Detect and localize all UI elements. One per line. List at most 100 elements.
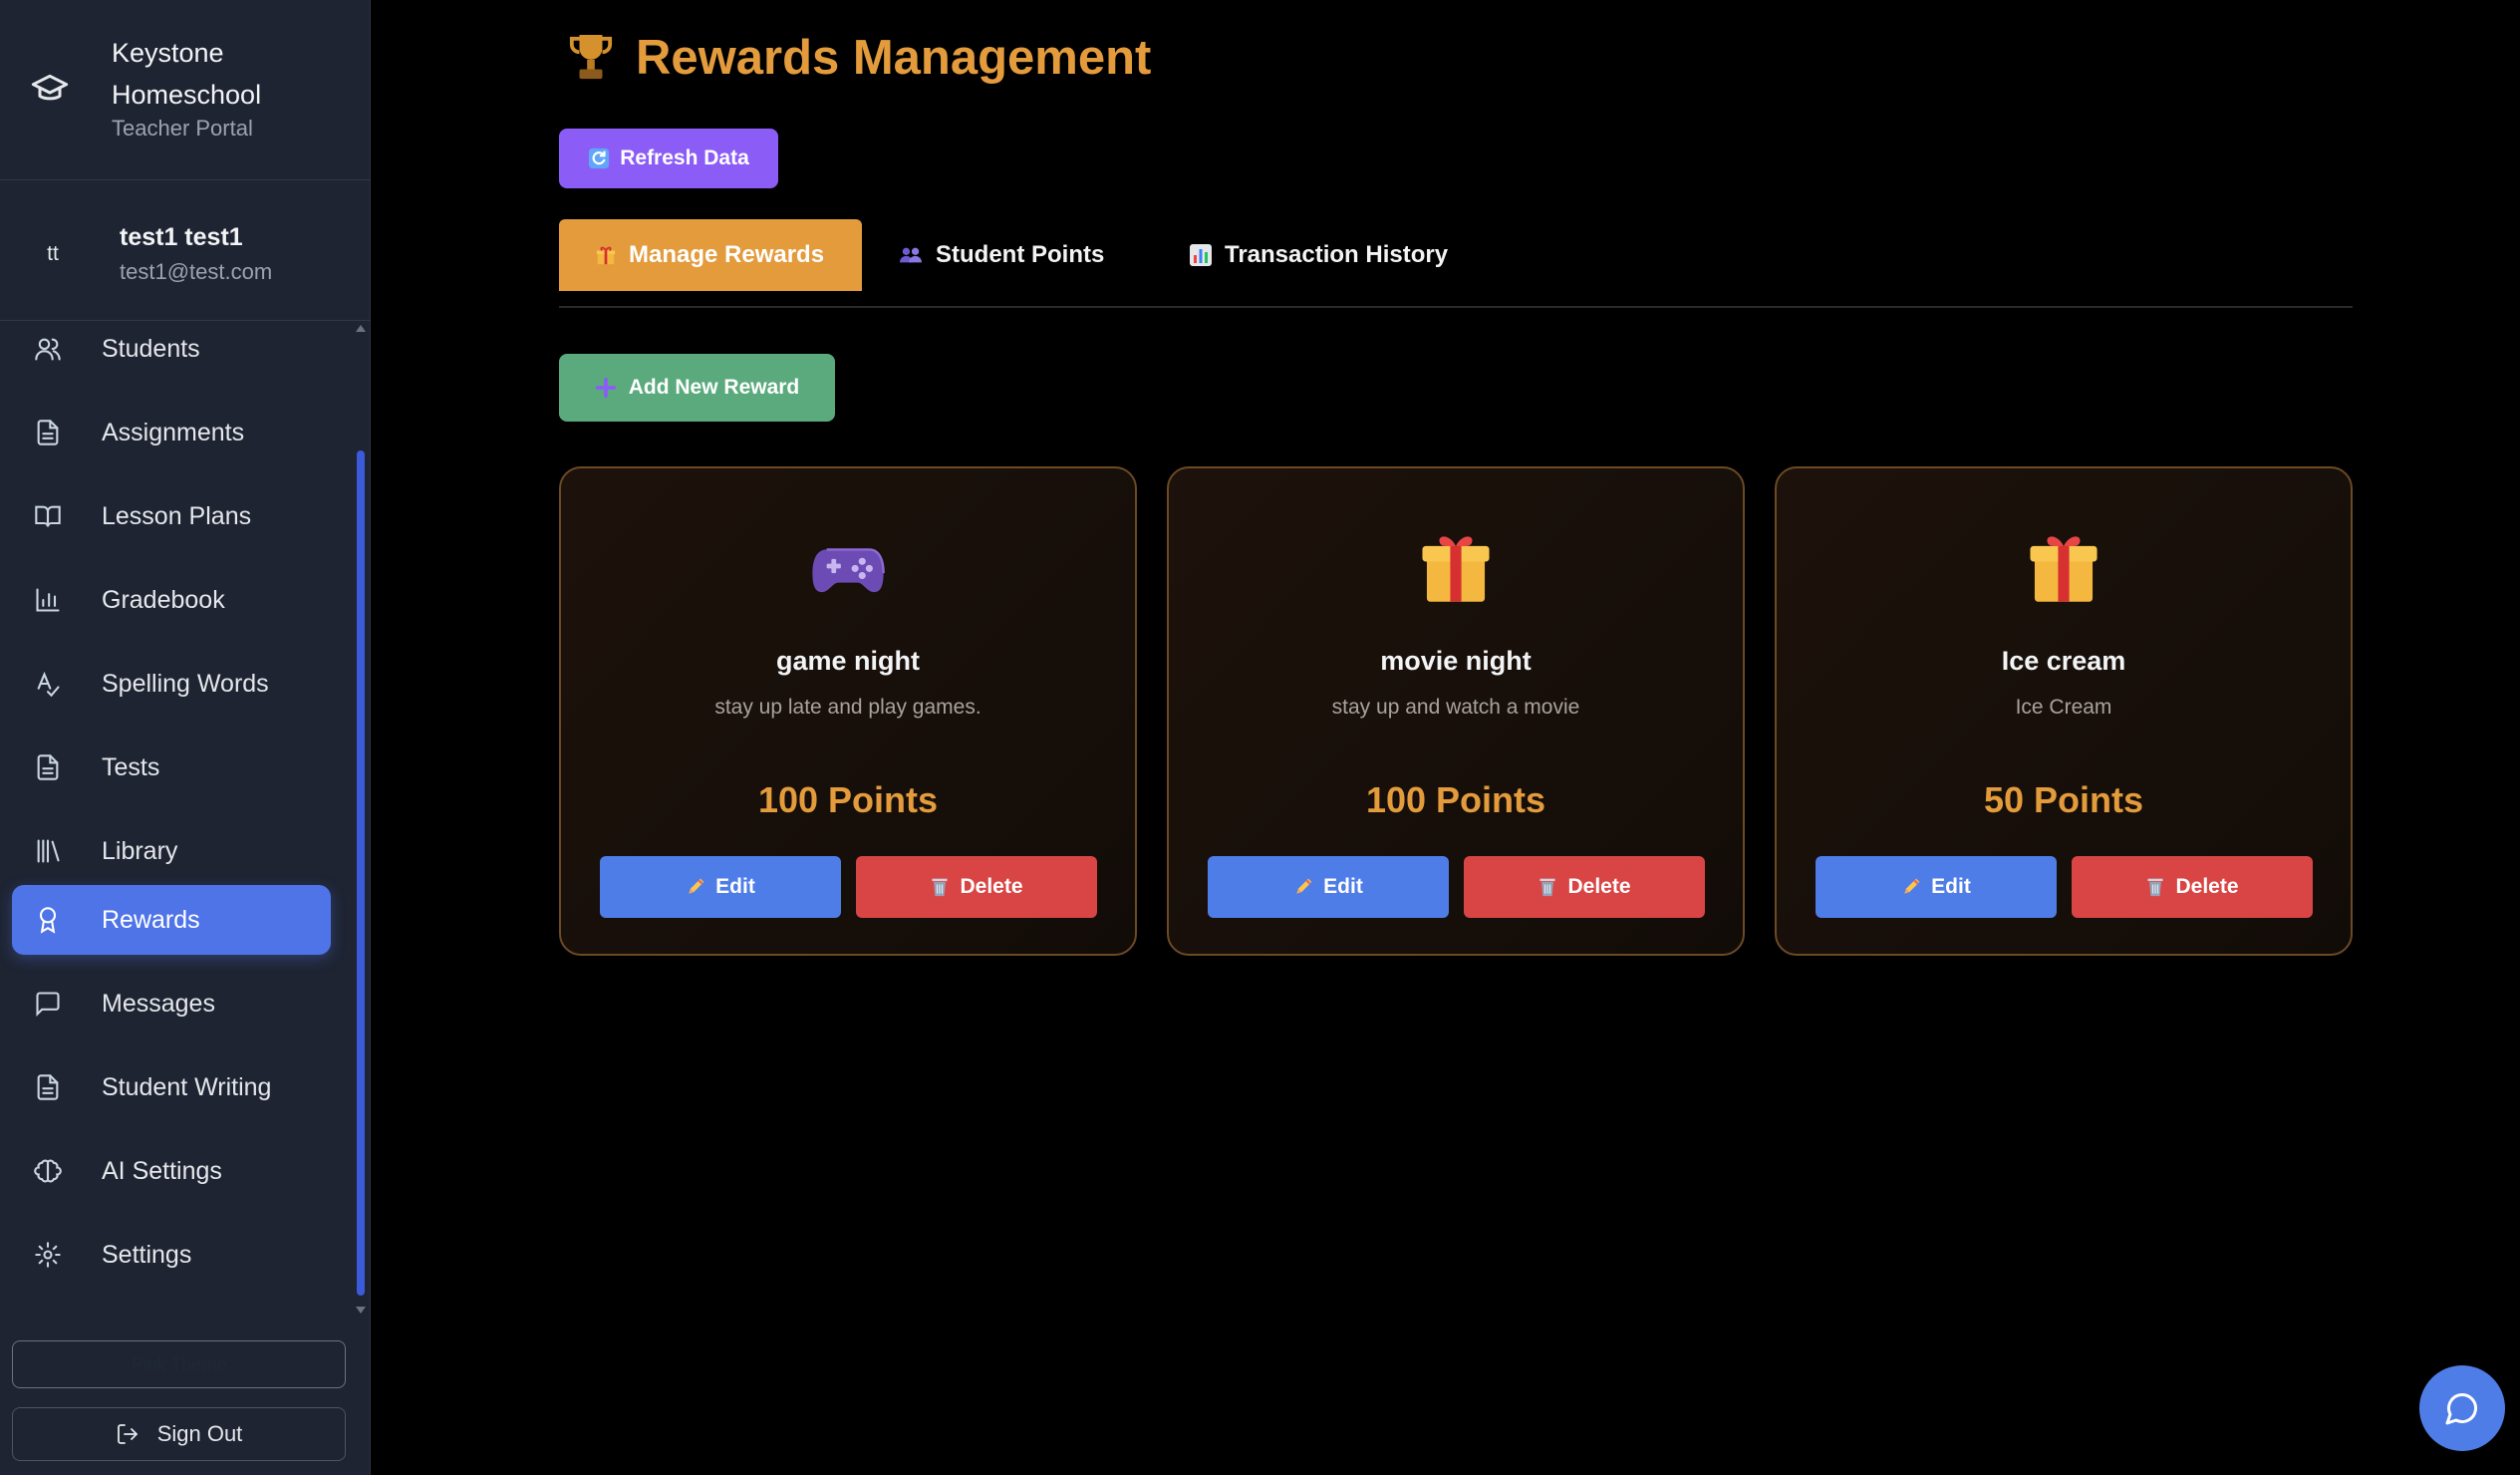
edit-reward-button[interactable]: Edit: [600, 856, 841, 918]
sidebar-item-label: Settings: [102, 1240, 192, 1269]
award-icon: [39, 907, 57, 934]
sign-out-label: Sign Out: [156, 1421, 243, 1446]
edit-reward-button[interactable]: Edit: [1208, 856, 1449, 918]
document-icon: [37, 754, 59, 780]
sign-out-button[interactable]: Sign Out: [12, 1407, 346, 1461]
gear-icon: [35, 1242, 61, 1268]
sidebar-nav: Students Assignments Lesson Plans Gradeb…: [0, 321, 351, 1318]
delete-label: Delete: [960, 875, 1023, 898]
reward-description: stay up and watch a movie: [1331, 696, 1580, 719]
reward-title: Ice cream: [2001, 646, 2126, 676]
sidebar-item-label: Rewards: [102, 905, 200, 934]
sidebar-item-lesson-plans[interactable]: Lesson Plans: [12, 481, 331, 551]
tab-student-points[interactable]: Student Points: [862, 219, 1140, 291]
pink-theme-button[interactable]: Pink Theme: [12, 1340, 346, 1388]
document-icon: [37, 1074, 59, 1100]
sidebar-item-settings[interactable]: Settings: [12, 1220, 331, 1290]
reward-points: 100 Points: [757, 779, 939, 820]
sidebar-item-students[interactable]: Students: [12, 321, 331, 384]
sidebar-item-ai-settings[interactable]: AI Settings: [12, 1136, 331, 1206]
sidebar-item-student-writing[interactable]: Student Writing: [12, 1052, 331, 1122]
library-icon: [37, 839, 60, 863]
document-icon: [37, 420, 59, 445]
scroll-thumb[interactable]: [357, 450, 365, 1296]
reward-points: 100 Points: [1365, 779, 1546, 820]
reward-card: game night stay up late and play games. …: [559, 466, 1137, 956]
user-name: test1 test1: [120, 223, 243, 251]
tab-manage-rewards[interactable]: Manage Rewards: [559, 219, 862, 291]
pencil-icon: [689, 878, 704, 894]
sidebar-item-label: Student Writing: [102, 1072, 272, 1101]
delete-label: Delete: [1567, 875, 1631, 898]
refresh-data-label: Refresh Data: [620, 147, 749, 169]
sidebar-item-spelling-words[interactable]: Spelling Words: [12, 649, 331, 719]
page-title-text: Rewards Management: [636, 31, 1152, 85]
delete-label: Delete: [2175, 875, 2239, 898]
sidebar-item-label: Spelling Words: [102, 669, 269, 698]
page-title: Rewards Management: [568, 30, 1151, 86]
sidebar-item-label: Students: [102, 334, 200, 363]
brain-icon: [34, 1159, 62, 1183]
sidebar-scrollbar[interactable]: [355, 321, 367, 1318]
sidebar-item-assignments[interactable]: Assignments: [12, 398, 331, 467]
tab-label: Transaction History: [1225, 241, 1449, 268]
reward-icon-wrap: [1169, 528, 1743, 618]
reward-title: movie night: [1380, 646, 1532, 676]
chat-button[interactable]: [2419, 1365, 2505, 1451]
reward-description: stay up late and play games.: [714, 696, 981, 719]
trash-icon: [2147, 878, 2163, 897]
reward-title: game night: [775, 646, 920, 676]
sign-out-icon: [117, 1424, 138, 1444]
sidebar-item-label: Lesson Plans: [102, 501, 252, 530]
brand-title: Keystone Homeschool: [112, 38, 262, 110]
sidebar-item-messages[interactable]: Messages: [12, 969, 331, 1038]
tab-label: Manage Rewards: [629, 241, 825, 268]
spellcheck-icon: [37, 671, 60, 698]
brand-subtitle: Teacher Portal: [112, 116, 253, 141]
delete-reward-button[interactable]: Delete: [856, 856, 1097, 918]
trash-icon: [1540, 878, 1555, 897]
trash-icon: [932, 878, 948, 897]
user-email: test1@test.com: [120, 259, 273, 284]
sidebar-item-label: Messages: [102, 989, 215, 1018]
sidebar-item-label: Library: [102, 836, 178, 865]
reward-card: Ice cream Ice Cream 50 Points Edit Delet…: [1775, 466, 2353, 956]
sidebar-item-rewards[interactable]: Rewards: [12, 885, 331, 955]
chat-bubble-icon: [2445, 1392, 2478, 1425]
refresh-icon: [589, 148, 610, 169]
pencil-icon: [1904, 878, 1920, 894]
edit-label: Edit: [1323, 875, 1363, 898]
users-icon: [35, 338, 61, 361]
reward-icon-wrap: [1777, 528, 2351, 618]
sidebar-item-gradebook[interactable]: Gradebook: [12, 565, 331, 635]
trophy-icon: [569, 35, 613, 80]
delete-reward-button[interactable]: Delete: [1464, 856, 1705, 918]
tab-transaction-history[interactable]: Transaction History: [1153, 219, 1484, 291]
rewards-tabs: Manage Rewards Student Points Transactio…: [559, 219, 2353, 308]
gift-icon: [1422, 536, 1490, 602]
sidebar-item-tests[interactable]: Tests: [12, 733, 331, 802]
user-profile[interactable]: tt test1 test1 test1@test.com: [0, 181, 371, 321]
tab-label: Student Points: [936, 241, 1105, 268]
brand-header: Keystone Homeschool Teacher Portal: [0, 0, 371, 180]
add-new-reward-button[interactable]: Add New Reward: [559, 354, 835, 422]
delete-reward-button[interactable]: Delete: [2072, 856, 2313, 918]
bar-chart-icon: [36, 588, 60, 612]
reward-icon-wrap: [561, 528, 1135, 618]
sidebar-item-label: Assignments: [102, 418, 245, 446]
sidebar-item-label: Tests: [102, 752, 160, 781]
sidebar-item-library[interactable]: Library: [12, 816, 331, 886]
reward-description: Ice Cream: [2015, 696, 2112, 719]
plus-icon: [595, 377, 616, 399]
add-new-reward-label: Add New Reward: [628, 376, 800, 399]
sidebar: Keystone Homeschool Teacher Portal tt te…: [0, 0, 371, 1475]
scroll-down-arrow-icon[interactable]: [356, 1307, 366, 1314]
book-icon: [35, 505, 61, 527]
scroll-up-arrow-icon[interactable]: [356, 325, 366, 332]
pencil-icon: [1296, 878, 1312, 894]
gift-icon: [2030, 536, 2098, 602]
edit-reward-button[interactable]: Edit: [1816, 856, 2057, 918]
message-icon: [36, 992, 60, 1018]
sidebar-item-label: Gradebook: [102, 585, 225, 614]
refresh-data-button[interactable]: Refresh Data: [559, 129, 778, 188]
